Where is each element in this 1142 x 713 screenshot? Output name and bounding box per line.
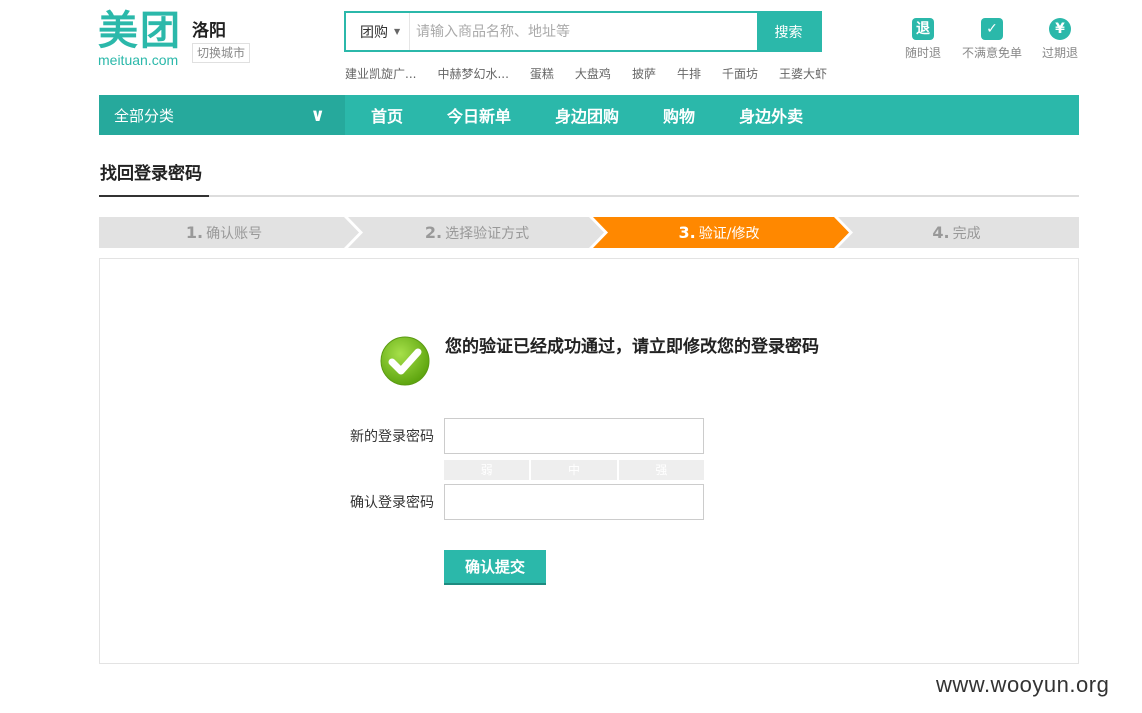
hot-word-link[interactable]: 蛋糕	[530, 65, 554, 82]
success-check-icon	[380, 336, 430, 386]
new-password-label: 新的登录密码	[350, 429, 434, 445]
step-verify-modify: 3. 验证/修改	[599, 217, 839, 248]
confirm-password-label: 确认登录密码	[350, 495, 434, 511]
step-confirm-account: 1. 确认账号	[99, 217, 349, 248]
yuan-icon: ¥	[1049, 18, 1071, 40]
hot-word-link[interactable]: 中赫梦幻水...	[437, 65, 508, 82]
step-complete: 4. 完成	[844, 217, 1069, 248]
step-number: 4.	[932, 223, 950, 242]
main-nav: 全部分类 ∨ 首页 今日新单 身边团购 购物 身边外卖	[99, 95, 1079, 135]
guarantee-label: 不满意免单	[962, 46, 1023, 60]
guarantee-label: 随时退	[905, 46, 942, 60]
step-label: 确认账号	[206, 225, 263, 242]
confirm-password-input[interactable]	[444, 484, 704, 520]
guarantee-free-if-unsatisfied[interactable]: ✓ 不满意免单	[962, 18, 1022, 61]
nav-home[interactable]: 首页	[349, 103, 425, 127]
page: 美团 meituan.com 洛阳 切换城市 团购 ▼ 搜索 建业凯旋广... …	[0, 0, 1142, 713]
hot-word-link[interactable]: 王婆大虾	[779, 65, 827, 82]
all-categories-label: 全部分类	[114, 106, 175, 125]
submit-button[interactable]: 确认提交	[444, 550, 546, 585]
search-scope-select[interactable]: 团购 ▼	[346, 13, 410, 50]
success-message: 您的验证已经成功通过，请立即修改您的登录密码	[445, 337, 819, 357]
logo-mark: 美团	[98, 8, 182, 54]
guarantee-refund-anytime[interactable]: 退 随时退	[905, 18, 941, 61]
hot-word-link[interactable]: 建业凯旋广...	[345, 65, 416, 82]
strength-medium: 中	[531, 460, 617, 480]
guarantee-expired-refund[interactable]: ¥ 过期退	[1042, 18, 1078, 61]
refund-icon: 退	[912, 18, 934, 40]
step-label: 完成	[952, 225, 981, 242]
hot-word-link[interactable]: 牛排	[677, 65, 701, 82]
chevron-down-icon: ∨	[310, 104, 325, 126]
step-number: 1.	[185, 223, 204, 242]
page-title: 找回登录密码	[100, 164, 202, 184]
watermark: www.wooyun.org	[936, 672, 1110, 697]
nav-delivery[interactable]: 身边外卖	[717, 103, 825, 127]
current-city: 洛阳	[192, 21, 226, 41]
guarantee-label: 过期退	[1042, 46, 1079, 60]
hot-search-words: 建业凯旋广... 中赫梦幻水... 蛋糕 大盘鸡 披萨 牛排 千面坊 王婆大虾	[345, 65, 848, 82]
nav-today-new[interactable]: 今日新单	[425, 103, 533, 127]
step-label: 选择验证方式	[445, 225, 530, 242]
caret-down-icon: ▼	[394, 27, 401, 36]
nav-links: 首页 今日新单 身边团购 购物 身边外卖	[345, 95, 825, 135]
site-logo[interactable]: 美团 meituan.com	[98, 10, 182, 67]
switch-city-link[interactable]: 切换城市	[192, 43, 251, 63]
nav-nearby-deals[interactable]: 身边团购	[533, 103, 641, 127]
search-scope-label: 团购	[360, 24, 388, 41]
strength-weak: 弱	[444, 460, 530, 480]
step-label: 验证/修改	[698, 225, 760, 242]
strength-strong: 强	[618, 460, 704, 480]
search-input[interactable]	[410, 13, 757, 50]
hot-word-link[interactable]: 千面坊	[722, 65, 758, 82]
all-categories-dropdown[interactable]: 全部分类 ∨	[99, 95, 345, 135]
step-number: 3.	[678, 223, 696, 242]
nav-shopping[interactable]: 购物	[641, 103, 717, 127]
title-active-underline	[99, 195, 209, 197]
check-shield-icon: ✓	[981, 18, 1003, 40]
password-strength-meter: 弱 中 强	[444, 460, 704, 480]
step-number: 2.	[424, 223, 443, 242]
progress-steps: 1. 确认账号 2. 选择验证方式 3. 验证/修改 4. 完成	[99, 217, 1079, 248]
step-choose-method: 2. 选择验证方式	[357, 217, 597, 248]
search-box: 团购 ▼ 搜索	[344, 11, 822, 52]
logo-domain: meituan.com	[98, 52, 179, 68]
title-divider	[99, 195, 1079, 197]
hot-word-link[interactable]: 大盘鸡	[575, 65, 611, 82]
search-button[interactable]: 搜索	[757, 13, 820, 50]
hot-word-link[interactable]: 披萨	[632, 65, 656, 82]
new-password-input[interactable]	[444, 418, 704, 454]
